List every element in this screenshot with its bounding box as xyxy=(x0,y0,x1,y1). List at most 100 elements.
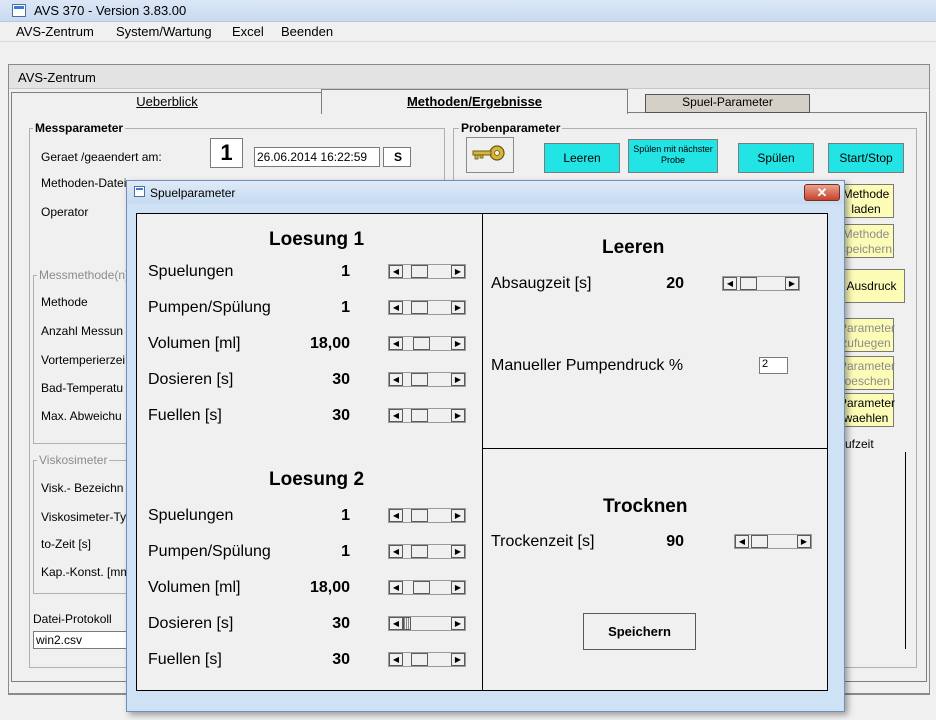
scroll-thumb[interactable] xyxy=(411,545,428,558)
leeren-button[interactable]: Leeren xyxy=(544,143,620,173)
tab-ueberblick[interactable]: Ueberblick xyxy=(11,92,323,113)
dialog-title: Spuelparameter xyxy=(150,186,236,200)
to-zeit-label: to-Zeit [s] xyxy=(41,537,92,551)
scroll-thumb[interactable] xyxy=(411,653,428,666)
param-scrollbar[interactable]: ◀ ▶ xyxy=(388,264,466,279)
start-stop-button[interactable]: Start/Stop xyxy=(828,143,904,173)
tab-spuel-label: Spuel-Parameter xyxy=(682,95,773,109)
datei-protokoll-label: Datei-Protokoll xyxy=(33,612,112,626)
param-scrollbar[interactable]: ◀ ▶ xyxy=(388,372,466,387)
trockenzeit-scrollbar[interactable]: ◀ ▶ xyxy=(734,534,812,549)
param-scrollbar[interactable]: ◀ ▶ xyxy=(388,544,466,559)
menu-excel[interactable]: Excel xyxy=(232,24,264,39)
viskosimeter-typ-label: Viskosimeter-Ty xyxy=(41,510,127,524)
menu-system-wartung[interactable]: System/Wartung xyxy=(116,24,212,39)
param-label: Spuelungen xyxy=(148,263,234,280)
menu-bar: AVS-Zentrum System/Wartung Excel Beenden xyxy=(0,22,936,42)
param-scrollbar[interactable]: ◀ ▶ xyxy=(388,616,466,631)
param-scrollbar[interactable]: ◀ ▶ xyxy=(388,652,466,667)
scroll-right-icon[interactable]: ▶ xyxy=(785,277,799,290)
scroll-right-icon[interactable]: ▶ xyxy=(451,545,465,558)
scroll-thumb[interactable] xyxy=(413,337,430,350)
scroll-right-icon[interactable]: ▶ xyxy=(451,337,465,350)
param-value: 1 xyxy=(341,299,350,316)
scroll-thumb[interactable] xyxy=(411,265,428,278)
scroll-left-icon[interactable]: ◀ xyxy=(389,373,403,386)
geraet-label: Geraet /geaendert am: xyxy=(41,150,162,164)
scroll-left-icon[interactable]: ◀ xyxy=(723,277,737,290)
scroll-right-icon[interactable]: ▶ xyxy=(451,409,465,422)
scroll-right-icon[interactable]: ▶ xyxy=(451,653,465,666)
param-label: Dosieren [s] xyxy=(148,615,234,632)
speichern-button[interactable]: Speichern xyxy=(583,613,696,650)
key-icon xyxy=(466,137,514,173)
menu-avs-zentrum[interactable]: AVS-Zentrum xyxy=(16,24,94,39)
scroll-left-icon[interactable]: ◀ xyxy=(389,545,403,558)
scroll-left-icon[interactable]: ◀ xyxy=(389,265,403,278)
trocknen-heading: Trocknen xyxy=(603,496,688,517)
absaugzeit-scrollbar[interactable]: ◀ ▶ xyxy=(722,276,800,291)
scroll-right-icon[interactable]: ▶ xyxy=(451,373,465,386)
param-value: 30 xyxy=(332,615,350,632)
scroll-right-icon[interactable]: ▶ xyxy=(451,617,465,630)
trockenzeit-label: Trockenzeit [s] xyxy=(491,533,595,550)
laufzeit-divider xyxy=(905,452,906,649)
scroll-thumb[interactable] xyxy=(411,373,428,386)
tab-methoden-ergebnisse[interactable]: Methoden/Ergebnisse xyxy=(321,89,628,114)
param-scrollbar[interactable]: ◀ ▶ xyxy=(388,408,466,423)
scroll-right-icon[interactable]: ▶ xyxy=(451,265,465,278)
menu-beenden[interactable]: Beenden xyxy=(281,24,333,39)
close-icon[interactable]: ✕ xyxy=(804,184,840,201)
methoden-datei-label: Methoden-Datei xyxy=(41,176,127,190)
param-scrollbar[interactable]: ◀ ▶ xyxy=(388,336,466,351)
tab-methoden-label: Methoden/Ergebnisse xyxy=(406,94,543,109)
protokoll-field[interactable]: win2.csv xyxy=(33,631,128,649)
scroll-left-icon[interactable]: ◀ xyxy=(389,337,403,350)
dialog-app-icon xyxy=(134,186,145,197)
pumpendruck-input[interactable]: 2 xyxy=(759,357,788,374)
spuelen-mit-naechster-probe-button[interactable]: Spülen mit nächster Probe xyxy=(628,139,718,173)
methode-laden-button[interactable]: Methode laden xyxy=(838,184,894,218)
param-scrollbar[interactable]: ◀ ▶ xyxy=(388,580,466,595)
dialog-divider-horizontal xyxy=(483,448,828,449)
scroll-right-icon[interactable]: ▶ xyxy=(451,581,465,594)
scroll-left-icon[interactable]: ◀ xyxy=(389,617,403,630)
param-value: 30 xyxy=(332,651,350,668)
scroll-left-icon[interactable]: ◀ xyxy=(389,409,403,422)
scroll-thumb[interactable] xyxy=(403,617,411,630)
scroll-thumb[interactable] xyxy=(413,581,430,594)
parameter-loeschen-button[interactable]: Parameter loeschen xyxy=(838,356,895,390)
s-field[interactable]: S xyxy=(383,147,411,167)
ausdruck-button[interactable]: Ausdruck xyxy=(838,269,905,303)
tab-spuel-parameter[interactable]: Spuel-Parameter xyxy=(645,94,810,113)
scroll-right-icon[interactable]: ▶ xyxy=(451,301,465,314)
parameter-zufuegen-button[interactable]: Parameter zufuegen xyxy=(838,318,895,352)
scroll-left-icon[interactable]: ◀ xyxy=(389,301,403,314)
scroll-thumb[interactable] xyxy=(751,535,768,548)
absaugzeit-value: 20 xyxy=(666,275,684,292)
scroll-thumb[interactable] xyxy=(411,301,428,314)
scroll-left-icon[interactable]: ◀ xyxy=(389,581,403,594)
date-field[interactable]: 26.06.2014 16:22:59 xyxy=(254,147,380,167)
param-label: Volumen [ml] xyxy=(148,335,241,352)
scroll-thumb[interactable] xyxy=(411,409,428,422)
scroll-left-icon[interactable]: ◀ xyxy=(735,535,749,548)
scroll-right-icon[interactable]: ▶ xyxy=(451,509,465,522)
param-scrollbar[interactable]: ◀ ▶ xyxy=(388,508,466,523)
anzahl-label: Anzahl Messun xyxy=(41,324,124,338)
param-value: 18,00 xyxy=(309,579,350,596)
scroll-thumb[interactable] xyxy=(740,277,757,290)
param-scrollbar[interactable]: ◀ ▶ xyxy=(388,300,466,315)
spuelen-button[interactable]: Spülen xyxy=(738,143,814,173)
max-abweichung-label: Max. Abweichu xyxy=(41,409,122,423)
geraet-field[interactable]: 1 xyxy=(210,138,243,168)
scroll-right-icon[interactable]: ▶ xyxy=(797,535,811,548)
param-value: 1 xyxy=(341,543,350,560)
visk-bezeichnung-label: Visk.- Bezeichn xyxy=(41,481,124,495)
parameter-waehlen-button[interactable]: Parameter waehlen xyxy=(838,393,895,427)
methode-speichern-button[interactable]: Methode speichern xyxy=(838,224,894,258)
scroll-left-icon[interactable]: ◀ xyxy=(389,509,403,522)
messmethode-title: Messmethode(n) xyxy=(37,268,132,282)
scroll-thumb[interactable] xyxy=(411,509,428,522)
scroll-left-icon[interactable]: ◀ xyxy=(389,653,403,666)
